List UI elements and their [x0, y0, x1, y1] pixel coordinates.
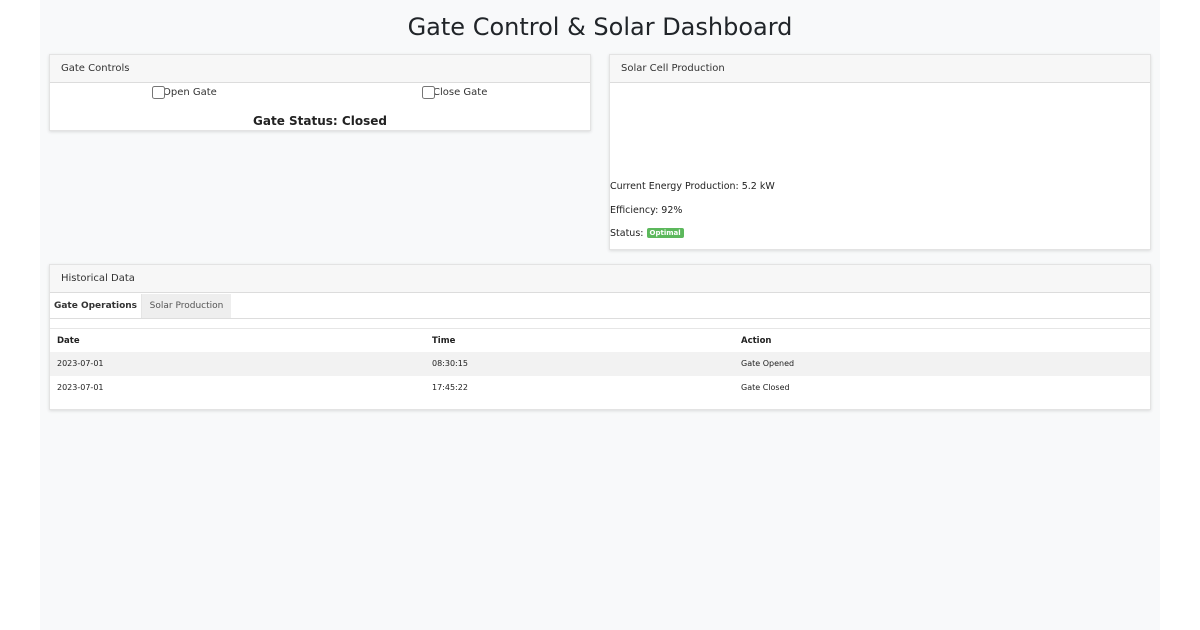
close-gate-checkbox[interactable] [422, 86, 435, 99]
solar-status-label: Status: [610, 228, 644, 239]
open-gate-option[interactable]: Open Gate [152, 85, 217, 100]
solar-production-card: Solar Cell Production Current Energy Pro… [609, 54, 1151, 250]
column-header-time: Time [432, 336, 456, 346]
dashboard-page: Gate Control & Solar Dashboard Gate Cont… [40, 0, 1160, 630]
solar-status-line: Status: Optimal [610, 228, 684, 239]
row-date: 2023-07-01 [57, 383, 104, 392]
open-gate-label[interactable]: Open Gate [163, 87, 217, 98]
table-row: 2023-07-01 17:45:22 Gate Closed [50, 376, 1150, 400]
row-time: 17:45:22 [432, 383, 468, 392]
tab-gate-operations[interactable]: Gate Operations [50, 294, 142, 318]
gate-status: Gate Status: Closed [253, 114, 387, 128]
history-table-header: Date Time Action [50, 328, 1150, 353]
solar-production-header: Solar Cell Production [610, 55, 1150, 83]
table-row: 2023-07-01 08:30:15 Gate Opened [50, 352, 1150, 376]
open-gate-checkbox[interactable] [152, 86, 165, 99]
row-time: 08:30:15 [432, 359, 468, 368]
solar-chart-area [610, 84, 1150, 176]
page-title: Gate Control & Solar Dashboard [407, 13, 793, 41]
historical-data-card: Historical Data Gate Operations Solar Pr… [49, 264, 1151, 410]
history-tabs: Gate Operations Solar Production [50, 294, 1150, 319]
close-gate-option[interactable]: Close Gate [422, 85, 487, 100]
row-action: Gate Opened [741, 359, 795, 368]
column-header-date: Date [57, 336, 80, 346]
column-header-action: Action [741, 336, 772, 346]
gate-controls-header: Gate Controls [50, 55, 590, 83]
row-action: Gate Closed [741, 383, 790, 392]
tab-solar-production[interactable]: Solar Production [142, 294, 231, 318]
gate-controls-card: Gate Controls Open Gate Close Gate Gate … [49, 54, 591, 131]
energy-production-text: Current Energy Production: 5.2 kW [610, 181, 775, 192]
status-badge: Optimal [646, 228, 684, 238]
historical-data-header: Historical Data [50, 265, 1150, 293]
row-date: 2023-07-01 [57, 359, 104, 368]
close-gate-label[interactable]: Close Gate [433, 87, 487, 98]
efficiency-text: Efficiency: 92% [610, 205, 683, 216]
